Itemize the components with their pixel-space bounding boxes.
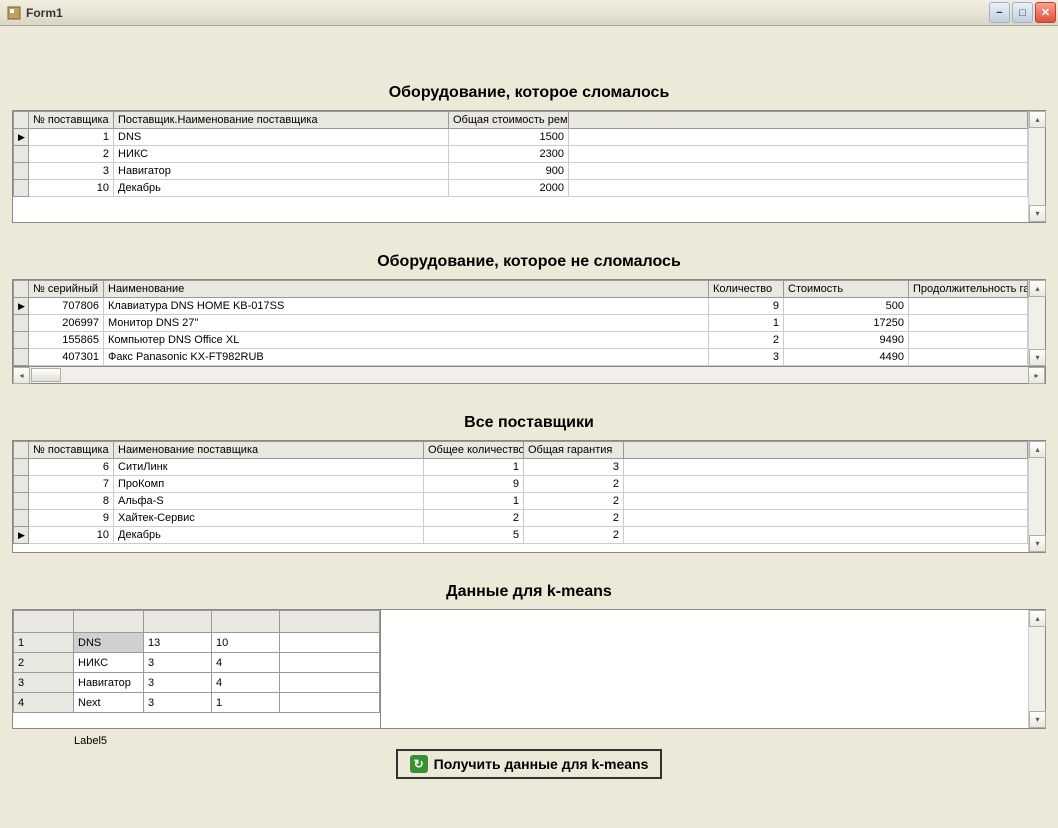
col-name[interactable]: Наименование	[104, 281, 709, 298]
vertical-scrollbar[interactable]: ▴ ▾	[1028, 111, 1045, 222]
scroll-up-icon[interactable]: ▴	[1029, 441, 1046, 458]
scroll-down-icon[interactable]: ▾	[1029, 349, 1046, 366]
maximize-button[interactable]: □	[1012, 2, 1033, 23]
minimize-button[interactable]: −	[989, 2, 1010, 23]
col-repair-cost[interactable]: Общая стоимость ремонта	[449, 112, 569, 129]
col-warranty[interactable]: Продолжительность гаран	[909, 281, 1028, 298]
button-label: Получить данные для k-means	[434, 756, 649, 772]
col-serial[interactable]: № серийный	[29, 281, 104, 298]
app-icon	[6, 5, 22, 21]
table-row[interactable]: ▶10Декабрь52	[14, 527, 1028, 544]
col-supplier-name[interactable]: Поставщик.Наименование поставщика	[114, 112, 449, 129]
titlebar: Form1 − □ ✕	[0, 0, 1058, 26]
col-total-warranty[interactable]: Общая гарантия	[524, 442, 624, 459]
grid-kmeans-data[interactable]: 1DNS13102НИКС343Навигатор344Next31	[12, 609, 381, 729]
col-qty[interactable]: Количество	[709, 281, 784, 298]
table-row[interactable]: 9Хайтек-Сервис22	[14, 510, 1028, 527]
get-kmeans-data-button[interactable]: ↻ Получить данные для k-means	[396, 749, 663, 779]
section2-title: Оборудование, которое не сломалось	[12, 253, 1046, 271]
grid-working-equipment[interactable]: № серийный Наименование Количество Стоим…	[12, 279, 1046, 367]
vertical-scrollbar[interactable]: ▴ ▾	[1028, 441, 1045, 552]
table-row[interactable]: 10Декабрь2000	[14, 180, 1028, 197]
scroll-right-icon[interactable]: ▸	[1028, 367, 1045, 384]
horizontal-scrollbar[interactable]: ◂ ▸	[12, 367, 1046, 384]
col-supplier-num[interactable]: № поставщика	[29, 442, 114, 459]
vertical-scrollbar[interactable]: ▴ ▾	[1028, 280, 1045, 366]
section3-title: Все поставщики	[12, 414, 1046, 432]
table-row[interactable]: 4Next31	[14, 693, 380, 713]
col-supplier-name[interactable]: Наименование поставщика	[114, 442, 424, 459]
table-row[interactable]: 407301Факс Panasonic KX-FT982RUB34490	[14, 349, 1028, 366]
scroll-left-icon[interactable]: ◂	[13, 367, 30, 384]
table-row[interactable]: ▶707806Клавиатура DNS HOME KB-017SS9500	[14, 298, 1028, 315]
grid-all-suppliers[interactable]: № поставщика Наименование поставщика Общ…	[12, 440, 1046, 553]
section1-title: Оборудование, которое сломалось	[12, 84, 1046, 102]
scroll-down-icon[interactable]: ▾	[1029, 205, 1046, 222]
table-row[interactable]: 7ПроКомп92	[14, 476, 1028, 493]
table-header-row: № поставщика Наименование поставщика Общ…	[14, 442, 1028, 459]
scroll-up-icon[interactable]: ▴	[1029, 280, 1046, 297]
grid-broken-equipment[interactable]: № поставщика Поставщик.Наименование пост…	[12, 110, 1046, 223]
window-title: Form1	[26, 6, 989, 20]
table-row[interactable]: 2НИКС2300	[14, 146, 1028, 163]
col-cost[interactable]: Стоимость	[784, 281, 909, 298]
label5: Label5	[74, 735, 1046, 747]
scroll-up-icon[interactable]: ▴	[1029, 111, 1046, 128]
table-row[interactable]: 206997Монитор DNS 27''117250	[14, 315, 1028, 332]
window-controls: − □ ✕	[989, 2, 1056, 23]
table-row[interactable]: 8Альфа-S12	[14, 493, 1028, 510]
scroll-down-icon[interactable]: ▾	[1029, 535, 1046, 552]
table-header-row: № серийный Наименование Количество Стоим…	[14, 281, 1028, 298]
vertical-scrollbar[interactable]: ▴ ▾	[1028, 610, 1045, 728]
table-row[interactable]: 2НИКС34	[14, 653, 380, 673]
table-header-row: № поставщика Поставщик.Наименование пост…	[14, 112, 1028, 129]
table-row[interactable]: 3Навигатор34	[14, 673, 380, 693]
section4-title: Данные для k-means	[12, 583, 1046, 601]
table-row[interactable]: ▶1DNS1500	[14, 129, 1028, 146]
table-row[interactable]: 155865Компьютер DNS Office XL29490	[14, 332, 1028, 349]
scroll-up-icon[interactable]: ▴	[1029, 610, 1046, 627]
table-row[interactable]: 3Навигатор900	[14, 163, 1028, 180]
col-total-qty[interactable]: Общее количество	[424, 442, 524, 459]
table-row[interactable]: 1DNS1310	[14, 633, 380, 653]
table-row[interactable]: 6СитиЛинк13	[14, 459, 1028, 476]
refresh-icon: ↻	[410, 755, 428, 773]
col-supplier-num[interactable]: № поставщика	[29, 112, 114, 129]
close-button[interactable]: ✕	[1035, 2, 1056, 23]
kmeans-right-panel: ▴ ▾	[381, 609, 1046, 729]
scroll-down-icon[interactable]: ▾	[1029, 711, 1046, 728]
